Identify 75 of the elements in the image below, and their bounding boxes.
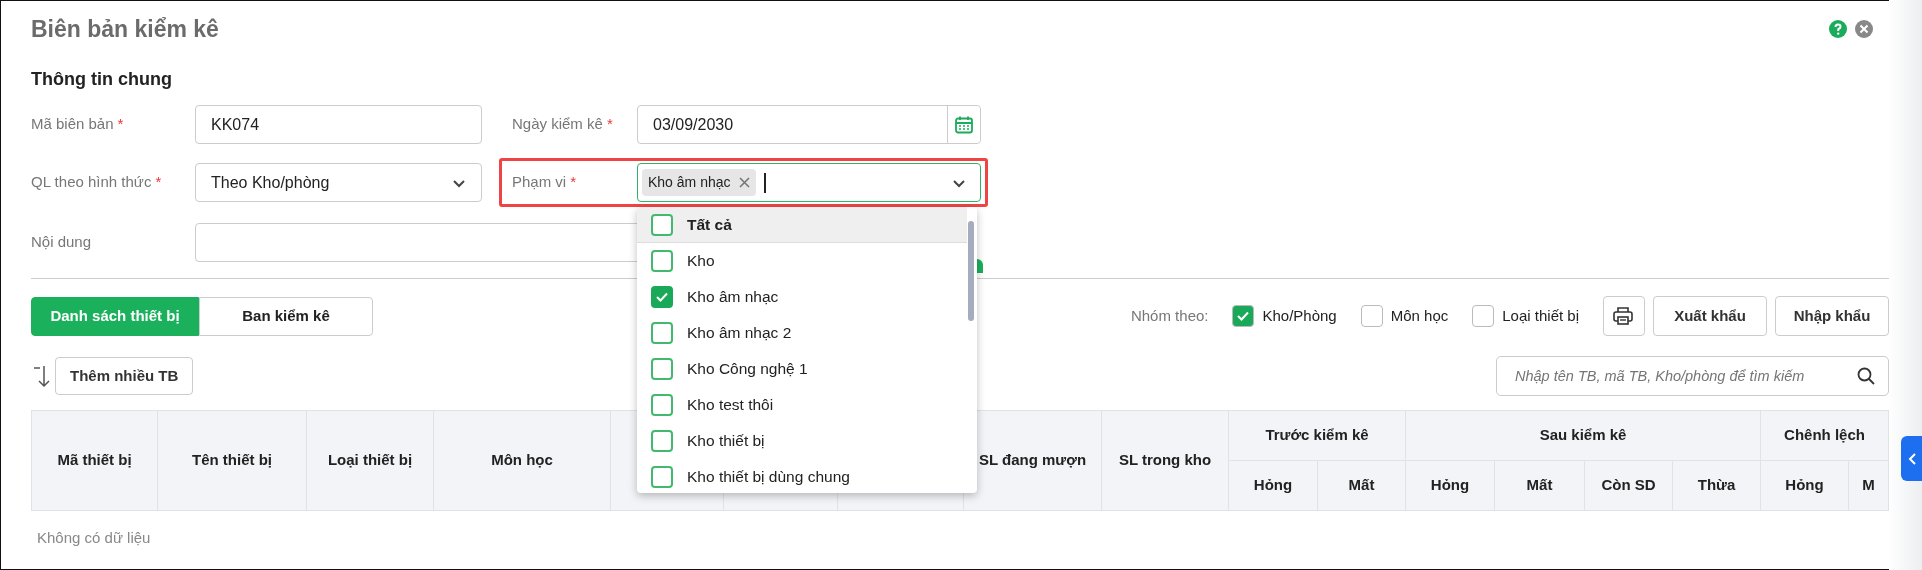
required-mark: * — [155, 172, 162, 193]
column-group-header: Sau kiểm kê — [1405, 410, 1761, 461]
dialog-title: Biên bản kiểm kê — [31, 14, 220, 44]
group-by-label: Nhóm theo: — [1130, 305, 1209, 326]
field-label: Phạm vi — [512, 172, 567, 193]
column-header: Môn học — [433, 410, 611, 511]
checkbox[interactable] — [651, 358, 673, 380]
dropdown-option[interactable]: Kho Công nghệ 1 — [637, 351, 967, 387]
print-button[interactable] — [1603, 296, 1645, 336]
empty-message: Không có dữ liệu — [37, 528, 152, 548]
required-mark: * — [570, 172, 577, 193]
checkbox[interactable] — [651, 213, 673, 236]
select-field[interactable]: Theo Kho/phòng — [195, 163, 482, 202]
column-header: Loại thiết bị — [306, 410, 434, 511]
side-toggle-button[interactable] — [1901, 436, 1922, 481]
field-label: Mã biên bản — [31, 114, 114, 135]
search-icon — [1857, 367, 1875, 385]
dropdown-option[interactable]: Kho âm nhạc 2 — [637, 315, 967, 351]
add-multiple-button[interactable]: Thêm nhiều TB — [55, 357, 194, 395]
column-group-header: Chênh lệch — [1760, 410, 1889, 461]
dropdown-option[interactable]: Tất cả — [637, 207, 967, 243]
input-field[interactable]: KK074 — [195, 105, 482, 144]
dropdown-option[interactable]: Kho — [637, 243, 967, 279]
checkbox[interactable] — [651, 430, 673, 452]
tag-label: Kho âm nhạc — [648, 173, 731, 192]
column-header: M — [1848, 460, 1889, 511]
checkbox[interactable] — [651, 466, 673, 488]
arrow-down-icon — [31, 364, 51, 388]
help-icon[interactable] — [1829, 20, 1847, 38]
group-by-option[interactable]: Loại thiết bị — [1472, 304, 1579, 328]
close-icon[interactable] — [1855, 20, 1873, 38]
checkbox[interactable] — [651, 322, 673, 344]
checkbox[interactable] — [1232, 305, 1255, 327]
printer-icon — [1612, 306, 1634, 326]
required-mark: * — [117, 114, 124, 135]
date-value: 03/09/2030 — [652, 114, 735, 135]
column-header: SL trong kho — [1101, 410, 1229, 511]
checkbox[interactable] — [1472, 305, 1495, 327]
column-header: Mất — [1317, 460, 1406, 511]
multiselect-field[interactable]: Kho âm nhạc — [637, 163, 981, 202]
search-field[interactable]: Nhập tên TB, mã TB, Kho/phòng để tìm kiếm — [1496, 356, 1889, 396]
field-label: Nội dung — [31, 232, 92, 253]
check-icon — [1237, 311, 1250, 321]
field-label: QL theo hình thức — [31, 172, 152, 193]
dropdown-option[interactable]: Kho âm nhạc — [637, 279, 967, 315]
column-header: Tên thiết bị — [157, 410, 307, 511]
column-group-header: Trước kiểm kê — [1228, 410, 1406, 461]
text-cursor-icon — [763, 172, 766, 193]
checkbox[interactable] — [651, 286, 673, 308]
action-button[interactable]: Xuất khẩu — [1653, 296, 1767, 336]
column-header: Hỏng — [1405, 460, 1495, 511]
scrollbar-thumb[interactable] — [968, 221, 974, 321]
remove-icon[interactable] — [738, 177, 750, 188]
column-header: Còn SD — [1584, 460, 1673, 511]
select-value: Theo Kho/phòng — [211, 172, 330, 193]
group-by-option[interactable]: Môn học — [1360, 304, 1449, 328]
checkbox[interactable] — [1360, 305, 1383, 327]
required-mark: * — [606, 114, 613, 135]
checkbox[interactable] — [651, 250, 673, 272]
checkbox[interactable] — [651, 394, 673, 416]
column-header: Thừa — [1672, 460, 1761, 511]
column-header: Mất — [1494, 460, 1585, 511]
check-icon — [656, 292, 668, 302]
tab[interactable]: Ban kiểm kê — [199, 296, 373, 336]
action-button[interactable]: Nhập khẩu — [1775, 296, 1889, 336]
column-header: SL đang mượn — [963, 410, 1102, 511]
group-by-option[interactable]: Kho/Phòng — [1232, 304, 1337, 328]
column-header: Hỏng — [1760, 460, 1849, 511]
calendar-button[interactable] — [947, 106, 980, 143]
calendar-icon — [954, 114, 974, 135]
column-header: Mã thiết bị — [31, 410, 158, 511]
field-label: Ngày kiểm kê — [512, 114, 603, 135]
section-title: Thông tin chung — [31, 68, 173, 91]
chevron-left-icon — [1907, 452, 1916, 465]
column-header: Hỏng — [1228, 460, 1318, 511]
